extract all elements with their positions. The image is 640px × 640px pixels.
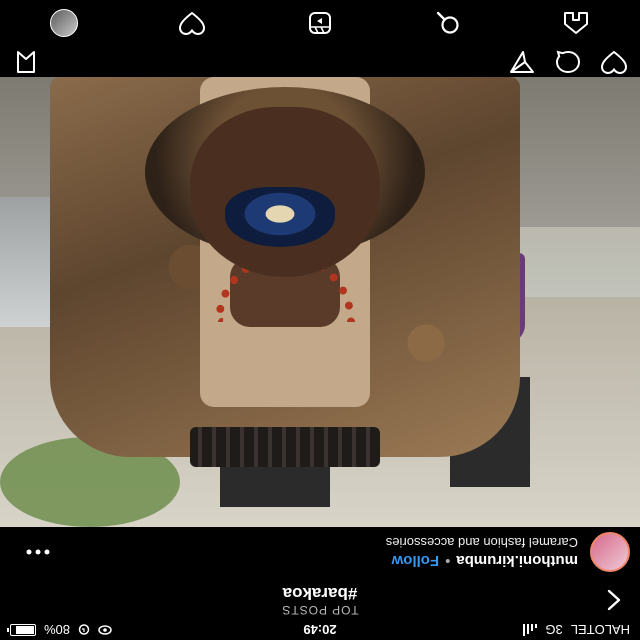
username-link[interactable]: muthoni.kirumba <box>456 553 578 570</box>
search-icon <box>436 12 460 36</box>
status-bar: HALOTEL 3G 20:49 80% <box>0 620 640 640</box>
share-icon <box>509 50 535 74</box>
post-title-line: muthoni.kirumba • Follow <box>50 553 578 570</box>
nav-reels[interactable] <box>300 4 340 44</box>
bottom-navigation <box>0 0 640 47</box>
battery-percent: 80% <box>44 622 71 638</box>
comment-button[interactable] <box>554 49 582 75</box>
instagram-post-screen: HALOTEL 3G 20:49 80% TOP POSTS #barakoa … <box>0 0 640 640</box>
separator-dot: • <box>445 552 451 570</box>
activity-heart-icon <box>179 12 205 36</box>
share-button[interactable] <box>508 49 536 75</box>
post-meta: muthoni.kirumba • Follow Caramel fashion a… <box>50 536 578 570</box>
header-titles: TOP POSTS #barakoa <box>0 583 640 617</box>
battery-icon <box>10 624 36 636</box>
more-horizontal-icon <box>10 550 50 556</box>
header-subtitle: TOP POSTS <box>281 603 359 617</box>
post-action-bar <box>0 47 640 77</box>
comment-icon <box>555 50 581 74</box>
eye-icon <box>98 625 112 635</box>
status-left: HALOTEL 3G <box>523 623 630 638</box>
network-type: 3G <box>545 622 563 638</box>
nav-profile[interactable] <box>44 4 84 44</box>
home-icon <box>563 12 589 36</box>
battery-fill <box>16 626 34 634</box>
reels-icon <box>308 12 332 36</box>
woman-figure <box>50 77 520 517</box>
user-avatar[interactable] <box>590 532 630 573</box>
heart-icon <box>601 50 627 74</box>
post-photo[interactable] <box>0 77 640 527</box>
face-mask <box>225 187 335 247</box>
hashtag-title: #barakoa <box>282 584 358 603</box>
follow-button[interactable]: Follow <box>392 553 440 570</box>
post-header: muthoni.kirumba • Follow Caramel fashion a… <box>0 527 640 578</box>
like-button[interactable] <box>600 49 628 75</box>
nav-search[interactable] <box>428 4 468 44</box>
post-caption: Caramel fashion and accessories <box>385 535 578 551</box>
save-button[interactable] <box>12 49 40 75</box>
carrier-label: HALOTEL <box>570 622 630 638</box>
nav-activity[interactable] <box>172 4 212 44</box>
alarm-icon <box>78 624 90 636</box>
more-options-button[interactable] <box>10 550 50 556</box>
status-time: 20:49 <box>303 622 337 638</box>
belt <box>190 427 380 467</box>
profile-avatar <box>50 9 78 38</box>
status-right: 80% <box>10 623 112 638</box>
signal-icon <box>523 624 538 636</box>
nav-home[interactable] <box>556 4 596 44</box>
top-header: TOP POSTS #barakoa <box>0 578 640 620</box>
bookmark-icon <box>16 50 36 74</box>
